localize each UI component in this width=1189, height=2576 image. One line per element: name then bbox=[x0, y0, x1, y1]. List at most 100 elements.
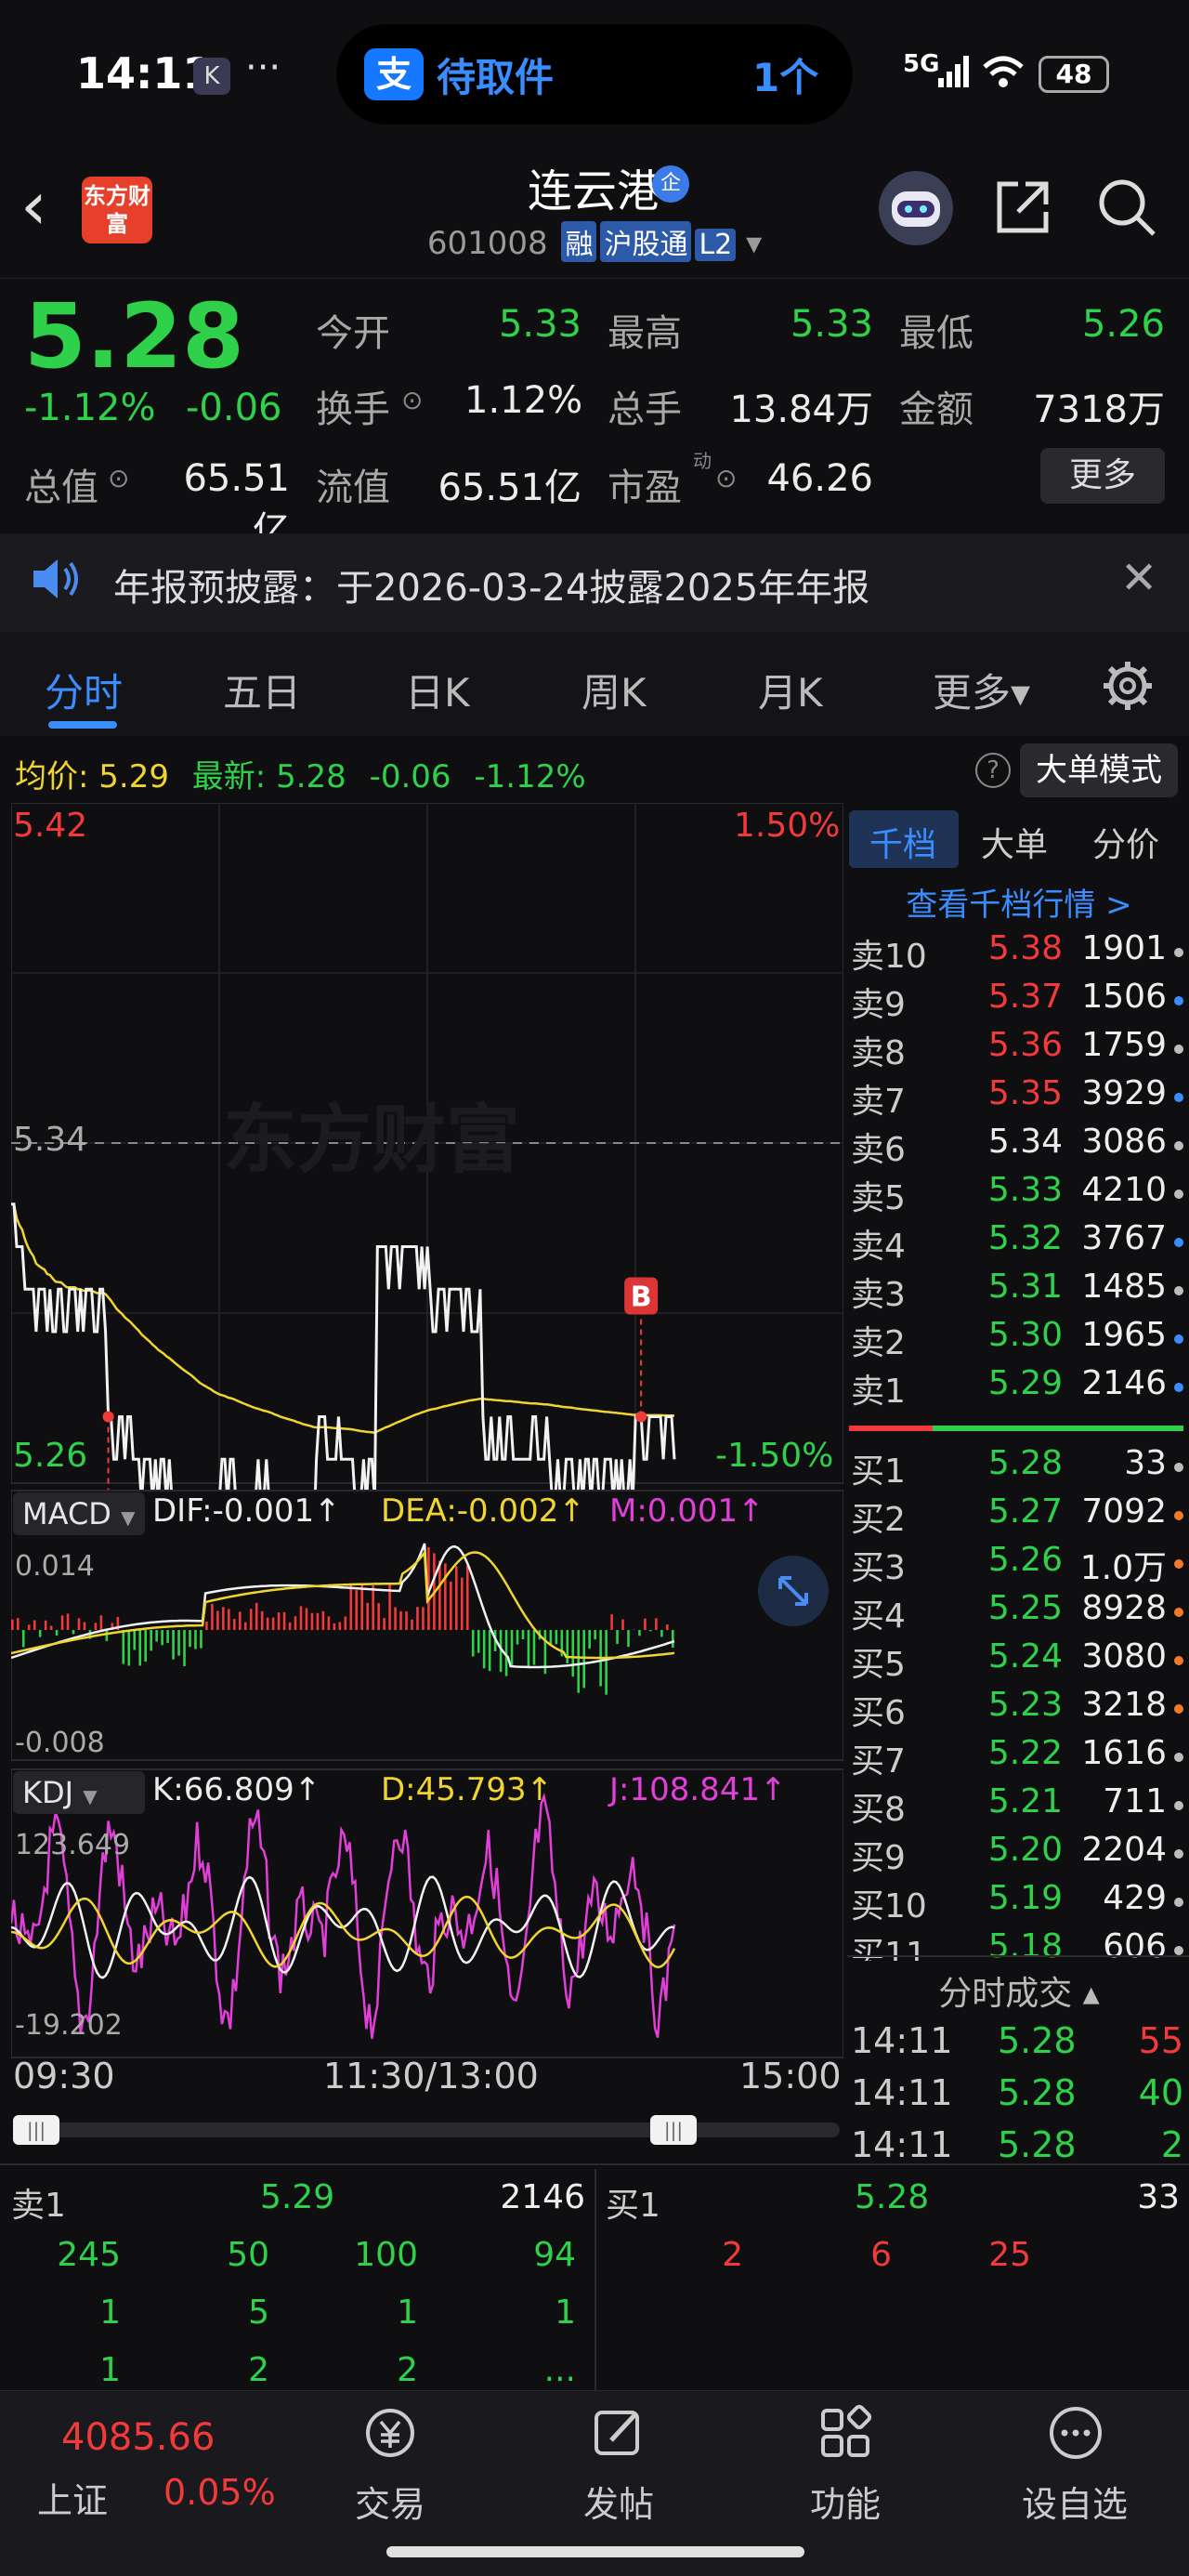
orderbook-row[interactable]: 卖9 5.37 1506 bbox=[849, 978, 1189, 1026]
orderbook-level: 卖7 bbox=[851, 1083, 906, 1121]
macd-bar bbox=[366, 1602, 369, 1630]
orderbook-price: 5.26 bbox=[987, 1541, 1063, 1579]
macd-bar bbox=[271, 1617, 275, 1630]
orderbook-row[interactable]: 买10 5.19 429 bbox=[849, 1879, 1189, 1927]
trade-icon[interactable] bbox=[360, 2403, 420, 2463]
macd-bar bbox=[666, 1624, 669, 1630]
index-pct[interactable]: 0.05% bbox=[163, 2472, 276, 2513]
macd-bar bbox=[105, 1630, 109, 1641]
macd-bar bbox=[672, 1630, 674, 1648]
stat-label: 总值 bbox=[24, 467, 98, 509]
info-icon[interactable]: ⊙ bbox=[715, 463, 737, 493]
add-watchlist-icon[interactable] bbox=[1046, 2403, 1105, 2463]
orderbook-row[interactable]: 买4 5.25 8928 bbox=[849, 1589, 1189, 1637]
close-icon[interactable]: ✕ bbox=[1120, 552, 1157, 604]
orderbook-row[interactable]: 卖1 5.29 2146 bbox=[849, 1364, 1189, 1413]
nav-function[interactable]: 功能 bbox=[810, 2476, 881, 2527]
tab-depth[interactable]: 千档 bbox=[869, 818, 936, 866]
macd-bar bbox=[49, 1625, 53, 1630]
macd-bar bbox=[189, 1630, 191, 1648]
help-icon[interactable]: ? bbox=[975, 753, 1011, 788]
macd-bar bbox=[122, 1630, 125, 1664]
home-indicator[interactable] bbox=[386, 2546, 804, 2557]
orderbook-row[interactable]: 买1 5.28 33 bbox=[849, 1444, 1189, 1492]
tab-timeshare[interactable]: 分时 bbox=[45, 662, 123, 718]
share-icon[interactable] bbox=[992, 177, 1053, 238]
macd-bar bbox=[27, 1624, 31, 1630]
order-dot-icon bbox=[1174, 1704, 1183, 1714]
macd-bar bbox=[465, 1565, 469, 1630]
macd-bar bbox=[177, 1630, 180, 1656]
macd-bar bbox=[138, 1630, 142, 1666]
index-value[interactable]: 4085.66 bbox=[61, 2416, 215, 2459]
search-icon[interactable] bbox=[1096, 177, 1157, 238]
robot-assistant-icon[interactable] bbox=[879, 171, 953, 245]
nav-trade[interactable]: 交易 bbox=[355, 2476, 425, 2527]
macd-bar bbox=[94, 1623, 98, 1630]
tab-price-split[interactable]: 分价 bbox=[1092, 818, 1159, 866]
kdj-j: J:108.841↑ bbox=[609, 1771, 787, 1808]
macd-bar bbox=[649, 1630, 652, 1632]
orderbook-level: 买10 bbox=[851, 1887, 927, 1925]
tab-monthly-k[interactable]: 月K bbox=[758, 662, 823, 718]
big-order-mode-button[interactable]: 大单模式 bbox=[1020, 743, 1178, 797]
orderbook-row[interactable]: 买8 5.21 711 bbox=[849, 1782, 1189, 1831]
macd-bar bbox=[133, 1630, 137, 1650]
level-buy-price: 5.28 bbox=[855, 2178, 930, 2216]
level-cell: 2 bbox=[248, 2351, 269, 2385]
orderbook-level: 卖3 bbox=[851, 1276, 906, 1314]
orderbook-level: 买1 bbox=[851, 1452, 906, 1491]
macd-dea: DEA:-0.002↑ bbox=[381, 1492, 585, 1530]
tab-more[interactable]: 更多▾ bbox=[933, 662, 1030, 718]
orderbook-row[interactable]: 买5 5.24 3080 bbox=[849, 1637, 1189, 1686]
macd-bar bbox=[338, 1622, 342, 1630]
info-icon[interactable]: ⊙ bbox=[108, 463, 129, 493]
tab-five-day[interactable]: 五日 bbox=[223, 662, 301, 718]
kdj-d: D:45.793↑ bbox=[381, 1771, 554, 1808]
orderbook-row[interactable]: 卖10 5.38 1901 bbox=[849, 929, 1189, 978]
nav-post[interactable]: 发帖 bbox=[583, 2476, 654, 2527]
view-depth-link[interactable]: 查看千档行情 > bbox=[849, 879, 1189, 925]
tab-big-order[interactable]: 大单 bbox=[981, 818, 1048, 866]
orderbook-row[interactable]: 卖3 5.31 1485 bbox=[849, 1268, 1189, 1316]
gear-icon[interactable] bbox=[1100, 658, 1156, 714]
order-dot-icon bbox=[1174, 1463, 1183, 1472]
macd-bar bbox=[327, 1616, 331, 1630]
kdj-selector[interactable]: KDJ ▼ bbox=[13, 1771, 145, 1814]
function-icon[interactable] bbox=[816, 2403, 875, 2463]
macd-bar bbox=[482, 1630, 486, 1669]
macd-bar bbox=[333, 1623, 336, 1630]
divider bbox=[0, 2163, 1189, 2165]
orderbook-row[interactable]: 买9 5.20 2204 bbox=[849, 1831, 1189, 1879]
orderbook-price: 5.32 bbox=[987, 1219, 1063, 1257]
orderbook-row[interactable]: 卖4 5.32 3767 bbox=[849, 1219, 1189, 1268]
macd-selector[interactable]: MACD ▼ bbox=[13, 1492, 145, 1535]
macd-bar bbox=[627, 1630, 630, 1648]
macd-bar bbox=[411, 1619, 413, 1630]
orderbook-row[interactable]: 卖5 5.33 4210 bbox=[849, 1171, 1189, 1219]
orderbook-row[interactable]: 买7 5.22 1616 bbox=[849, 1734, 1189, 1782]
expand-icon[interactable] bbox=[758, 1556, 829, 1626]
macd-bar bbox=[444, 1563, 447, 1630]
tab-weekly-k[interactable]: 周K bbox=[581, 662, 647, 718]
post-icon[interactable] bbox=[589, 2403, 648, 2463]
range-handle-left[interactable]: ||| bbox=[13, 2115, 59, 2145]
level-cell: 245 bbox=[57, 2236, 121, 2274]
orderbook-row[interactable]: 买2 5.27 7092 bbox=[849, 1492, 1189, 1541]
range-handle-right[interactable]: ||| bbox=[650, 2115, 697, 2145]
index-name[interactable]: 上证 bbox=[37, 2472, 108, 2523]
orderbook-row[interactable]: 买3 5.26 1.0万 bbox=[849, 1541, 1189, 1589]
tab-daily-k[interactable]: 日K bbox=[405, 662, 470, 718]
orderbook-row[interactable]: 卖7 5.35 3929 bbox=[849, 1074, 1189, 1123]
orderbook-row[interactable]: 卖8 5.36 1759 bbox=[849, 1026, 1189, 1074]
orderbook-row[interactable]: 卖2 5.30 1965 bbox=[849, 1316, 1189, 1364]
nav-watchlist[interactable]: 设自选 bbox=[1022, 2476, 1128, 2527]
trades-title[interactable]: 分时成交 ▴ bbox=[849, 1966, 1189, 2015]
more-button[interactable]: 更多 bbox=[1040, 448, 1165, 504]
range-scrollbar[interactable] bbox=[13, 2123, 840, 2137]
level-cell: 1 bbox=[555, 2293, 576, 2332]
divider bbox=[847, 1955, 1189, 1957]
orderbook-row[interactable]: 买6 5.23 3218 bbox=[849, 1686, 1189, 1734]
orderbook-row[interactable]: 卖6 5.34 3086 bbox=[849, 1123, 1189, 1171]
info-icon[interactable]: ⊙ bbox=[401, 385, 423, 415]
